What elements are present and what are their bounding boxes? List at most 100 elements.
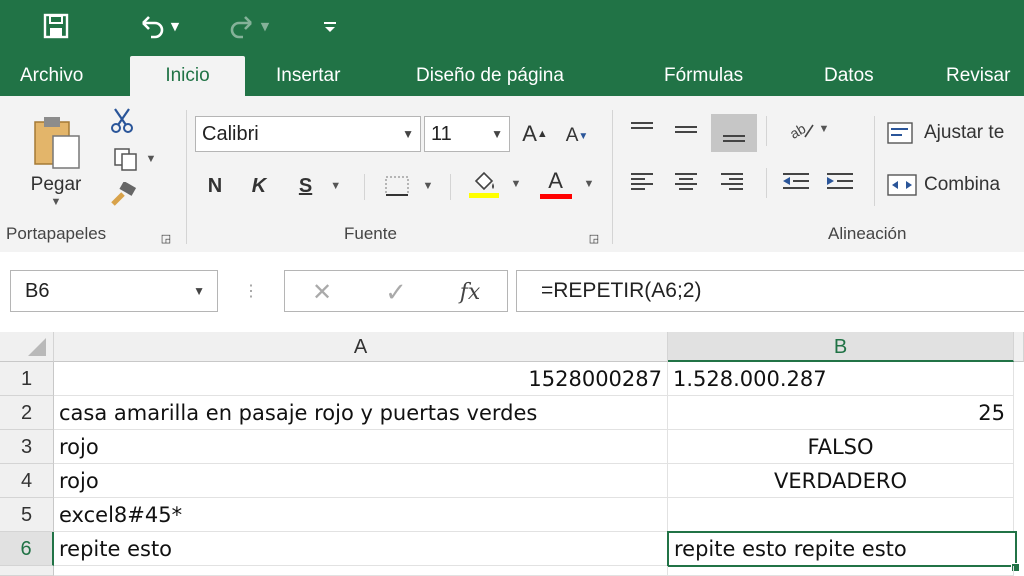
align-bottom-button[interactable] [711,114,757,152]
row-header[interactable]: 6 [0,532,54,566]
enter-check-icon[interactable]: ✓ [378,274,414,310]
cell-a2[interactable]: casa amarilla en pasaje rojo y puertas v… [54,396,668,430]
cell-b6-active[interactable]: repite esto repite esto [667,531,1017,567]
ribbon: Pegar ▼ ▼ Portapapeles ◲ Calibri ▼ 11 ▼ … [0,96,1024,253]
cell-a6[interactable]: repite esto [54,532,668,566]
row-header[interactable] [0,566,54,576]
borders-button[interactable]: ▼ [378,168,438,204]
chevron-down-icon: ▼ [402,127,414,141]
cell-a7[interactable] [54,566,668,576]
align-middle-button[interactable] [668,114,704,144]
cell-a5[interactable]: excel8#45* [54,498,668,532]
column-header-a[interactable]: A [54,332,668,362]
underline-button[interactable]: S ▼ [290,168,350,204]
borders-icon [385,176,409,196]
select-all-corner[interactable] [0,332,54,362]
text-orientation-icon: ab [787,120,814,141]
cell-b4[interactable]: VERDADERO [668,464,1014,498]
fill-color-button[interactable]: ▼ [464,164,526,204]
merge-cells-icon [887,174,917,196]
format-painter-button[interactable] [104,180,142,210]
tab-datos[interactable]: Datos [806,56,892,96]
merge-center-button[interactable]: Combina [886,168,1024,202]
cell-a4[interactable]: rojo [54,464,668,498]
paste-button[interactable]: Pegar ▼ [18,106,94,216]
tab-archivo[interactable]: Archivo [2,56,101,96]
insert-function-icon[interactable]: fx [450,274,490,310]
cancel-icon[interactable]: ✕ [304,274,340,310]
column-header-c[interactable] [1014,332,1024,362]
chevron-down-icon: ▼ [193,284,205,298]
align-middle-icon [675,126,697,133]
name-box[interactable]: B6 ▼ [10,270,218,312]
spreadsheet-grid: A B 1 1528000287 1.528.000.287 2 casa am… [0,332,1024,576]
shrink-font-button[interactable]: A ▼ [562,118,592,154]
customize-qat-icon[interactable] [318,8,342,44]
chevron-down-icon: ▼ [491,127,503,141]
name-box-value: B6 [25,280,50,302]
tab-insertar[interactable]: Insertar [258,56,358,96]
tab-revisar[interactable]: Revisar [928,56,1024,96]
cell-a3[interactable]: rojo [54,430,668,464]
tab-diseno-de-pagina[interactable]: Diseño de página [398,56,582,96]
align-center-button[interactable] [668,166,704,196]
quick-access-toolbar: ▼ ▼ [0,0,1024,56]
row-header[interactable]: 5 [0,498,54,532]
copy-icon [113,148,137,171]
bold-button[interactable]: N [200,168,230,204]
row-header[interactable]: 1 [0,362,54,396]
separator [186,110,187,244]
copy-button[interactable]: ▼ [104,144,164,174]
align-top-icon [631,122,653,129]
cell-b3[interactable]: FALSO [668,430,1014,464]
decrease-indent-icon [783,173,809,189]
paint-bucket-icon [474,171,494,190]
save-icon[interactable] [38,8,74,44]
undo-icon[interactable]: ▼ [128,8,188,44]
align-left-button[interactable] [624,166,660,196]
row-header[interactable]: 3 [0,430,54,464]
tab-inicio[interactable]: Inicio [130,56,245,96]
ribbon-tabs: Archivo Inicio Insertar Diseño de página… [0,56,1024,96]
orientation-button[interactable]: ab ▼ [778,114,838,144]
clipboard-icon [34,117,80,169]
formula-input[interactable]: =REPETIR(A6;2) [516,270,1024,312]
increase-indent-button[interactable] [822,166,858,196]
cell-b2[interactable]: 25 [668,396,1014,430]
cell-b7[interactable] [668,566,1014,576]
align-right-button[interactable] [714,166,750,196]
column-header-b[interactable]: B [668,332,1014,362]
scissors-icon [111,108,133,133]
row-header[interactable]: 4 [0,464,54,498]
cell-a1[interactable]: 1528000287 [54,362,668,396]
grow-font-button[interactable]: A ▲ [520,116,550,152]
align-right-icon [721,173,743,190]
redo-icon[interactable]: ▼ [218,8,278,44]
align-bottom-icon [723,135,745,142]
clipboard-launcher-icon[interactable]: ◲ [158,230,174,246]
svg-text:ab: ab [787,120,809,141]
wrap-text-button[interactable]: Ajustar te [886,116,1024,150]
decrease-indent-button[interactable] [778,166,814,196]
formula-value: =REPETIR(A6;2) [541,279,702,302]
font-color-button[interactable]: A ▼ [536,164,598,204]
font-launcher-icon[interactable]: ◲ [586,230,602,246]
font-name-select[interactable]: Calibri ▼ [195,116,421,152]
align-top-button[interactable] [624,114,660,144]
italic-button[interactable]: K [244,168,274,204]
cell-b1[interactable]: 1.528.000.287 [668,362,1014,396]
separator [450,174,451,200]
paintbrush-icon [111,182,137,206]
wrap-text-icon [887,122,913,144]
tab-formulas[interactable]: Fórmulas [646,56,761,96]
row-header[interactable]: 2 [0,396,54,430]
drag-handle-icon[interactable]: ⋮ [243,278,259,304]
formula-bar: B6 ▼ ⋮ ✕ ✓ fx =REPETIR(A6;2) [0,252,1024,332]
separator [766,116,767,146]
separator [612,110,613,244]
align-left-icon [631,173,653,190]
font-size-select[interactable]: 11 ▼ [424,116,510,152]
cell-b5[interactable] [668,498,1014,532]
paste-label: Pegar [30,174,82,195]
cut-button[interactable] [104,104,140,136]
